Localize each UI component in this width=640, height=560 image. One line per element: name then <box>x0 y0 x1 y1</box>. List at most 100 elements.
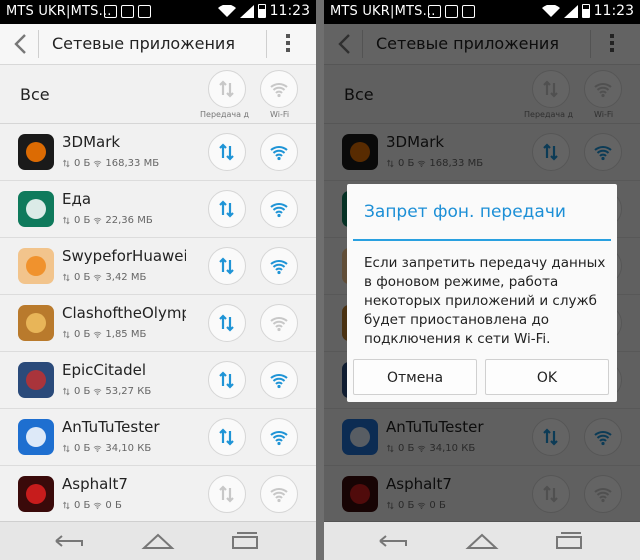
data-arrows-icon <box>219 371 234 389</box>
nav-recent-button[interactable] <box>228 528 262 554</box>
app-row[interactable]: Asphalt7 0 Б 0 Б <box>0 466 316 523</box>
cancel-button[interactable]: Отмена <box>353 359 477 395</box>
mobile-data-toggle[interactable] <box>208 361 246 399</box>
dialog-divider <box>353 239 611 241</box>
wifi-toggle[interactable] <box>260 133 298 171</box>
wifi-icon <box>270 374 288 389</box>
carrier-label: MTS UKR|MTS... <box>6 4 112 19</box>
app-row[interactable]: SwypeforHuawei 0 Б 3,42 МБ <box>0 238 316 295</box>
nav-home-button[interactable] <box>141 528 175 554</box>
app-usage: 0 Б 1,85 МБ <box>62 329 146 340</box>
app-usage: 0 Б 3,42 МБ <box>62 272 146 283</box>
app-usage: 0 Б 22,36 МБ <box>62 215 153 226</box>
wifi-usage: 22,36 МБ <box>105 215 153 226</box>
notification-icons <box>104 5 151 18</box>
wifi-toggle[interactable] <box>260 361 298 399</box>
wifi-usage: 0 Б <box>105 500 122 511</box>
action-bar: Сетевые приложения <box>0 24 316 65</box>
page-title: Сетевые приложения <box>52 34 235 53</box>
app-usage: 0 Б 0 Б <box>62 500 122 511</box>
navigation-bar <box>0 521 316 560</box>
mini-data-icon <box>62 159 70 168</box>
recent-apps-icon <box>556 532 582 549</box>
mobile-data-toggle[interactable] <box>208 304 246 342</box>
battery-icon <box>257 4 266 18</box>
mobile-usage: 0 Б <box>74 158 91 169</box>
wifi-toggle[interactable] <box>260 304 298 342</box>
data-arrows-icon <box>219 257 234 275</box>
mini-data-icon <box>62 387 70 396</box>
photo-notification-icon <box>121 5 134 18</box>
wifi-toggle[interactable] <box>260 418 298 456</box>
wifi-usage: 168,33 МБ <box>105 158 160 169</box>
mini-data-icon <box>62 273 70 282</box>
home-icon <box>465 533 499 549</box>
data-arrows-icon <box>219 428 234 446</box>
app-icon <box>18 134 54 170</box>
app-row[interactable]: 3DMark 0 Б 168,33 МБ <box>0 124 316 181</box>
photo-notification-icon <box>445 5 458 18</box>
mobile-data-toggle[interactable] <box>208 133 246 171</box>
mobile-data-toggle[interactable] <box>208 418 246 456</box>
battery-icon <box>581 4 590 18</box>
mobile-usage: 0 Б <box>74 215 91 226</box>
dim-overlay[interactable]: Запрет фон. передачи Если запретить пере… <box>324 24 640 522</box>
ok-button[interactable]: OK <box>485 359 609 395</box>
android-notification-icon <box>138 5 151 18</box>
mobile-usage: 0 Б <box>74 329 91 340</box>
app-name: ClashoftheOlympians <box>62 304 186 322</box>
divider <box>266 30 267 58</box>
app-name: EpicCitadel <box>62 361 147 379</box>
app-row[interactable]: AnTuTuTester 0 Б 34,10 КБ <box>0 409 316 466</box>
overflow-menu-icon[interactable] <box>284 34 292 54</box>
all-mobile-data-toggle[interactable] <box>208 70 246 108</box>
data-arrows-icon <box>219 314 234 332</box>
status-bar: MTS UKR|MTS... 11:23 <box>324 0 640 24</box>
notification-icons <box>428 5 475 18</box>
data-arrows-icon <box>219 143 234 161</box>
mobile-data-column-label: Передача д <box>200 110 250 119</box>
app-name: 3DMark <box>62 133 121 151</box>
mini-data-icon <box>62 330 70 339</box>
wifi-toggle[interactable] <box>260 475 298 513</box>
wifi-icon <box>270 260 288 275</box>
all-wifi-toggle[interactable] <box>260 70 298 108</box>
mini-wifi-icon <box>94 388 102 396</box>
wifi-column-label: Wi-Fi <box>270 110 290 119</box>
mini-wifi-icon <box>94 217 102 225</box>
mini-data-icon <box>62 444 70 453</box>
wifi-icon <box>270 203 288 218</box>
app-icon <box>18 305 54 341</box>
dialog-message: Если запретить передачу данных в фоновом… <box>364 255 606 347</box>
nav-recent-button[interactable] <box>552 528 586 554</box>
screen-left: MTS UKR|MTS... 11:23 Сетевые приложения … <box>0 0 316 560</box>
mobile-data-toggle[interactable] <box>208 475 246 513</box>
image-notification-icon <box>428 5 441 18</box>
mobile-usage: 0 Б <box>74 386 91 397</box>
app-row[interactable]: Еда 0 Б 22,36 МБ <box>0 181 316 238</box>
mobile-usage: 0 Б <box>74 500 91 511</box>
image-notification-icon <box>104 5 117 18</box>
mobile-usage: 0 Б <box>74 443 91 454</box>
mini-data-icon <box>62 501 70 510</box>
mini-wifi-icon <box>94 160 102 168</box>
carrier-label: MTS UKR|MTS... <box>330 4 436 19</box>
nav-back-button[interactable] <box>376 528 410 554</box>
wifi-toggle[interactable] <box>260 190 298 228</box>
all-label: Все <box>20 85 50 104</box>
mobile-data-toggle[interactable] <box>208 190 246 228</box>
wifi-toggle[interactable] <box>260 247 298 285</box>
nav-back-button[interactable] <box>52 528 86 554</box>
mobile-usage: 0 Б <box>74 272 91 283</box>
app-row[interactable]: ClashoftheOlympians 0 Б 1,85 МБ <box>0 295 316 352</box>
screen-right: MTS UKR|MTS... 11:23 Сетевые приложения … <box>324 0 640 560</box>
chevron-left-icon[interactable] <box>10 32 32 56</box>
clock: 11:23 <box>269 3 310 19</box>
mobile-data-toggle[interactable] <box>208 247 246 285</box>
nav-home-button[interactable] <box>465 528 499 554</box>
mini-wifi-icon <box>94 331 102 339</box>
app-row[interactable]: EpicCitadel 0 Б 53,27 КБ <box>0 352 316 409</box>
wifi-usage: 3,42 МБ <box>105 272 147 283</box>
app-name: SwypeforHuawei <box>62 247 186 265</box>
all-apps-row: Все Передача д Wi-Fi <box>0 65 316 124</box>
